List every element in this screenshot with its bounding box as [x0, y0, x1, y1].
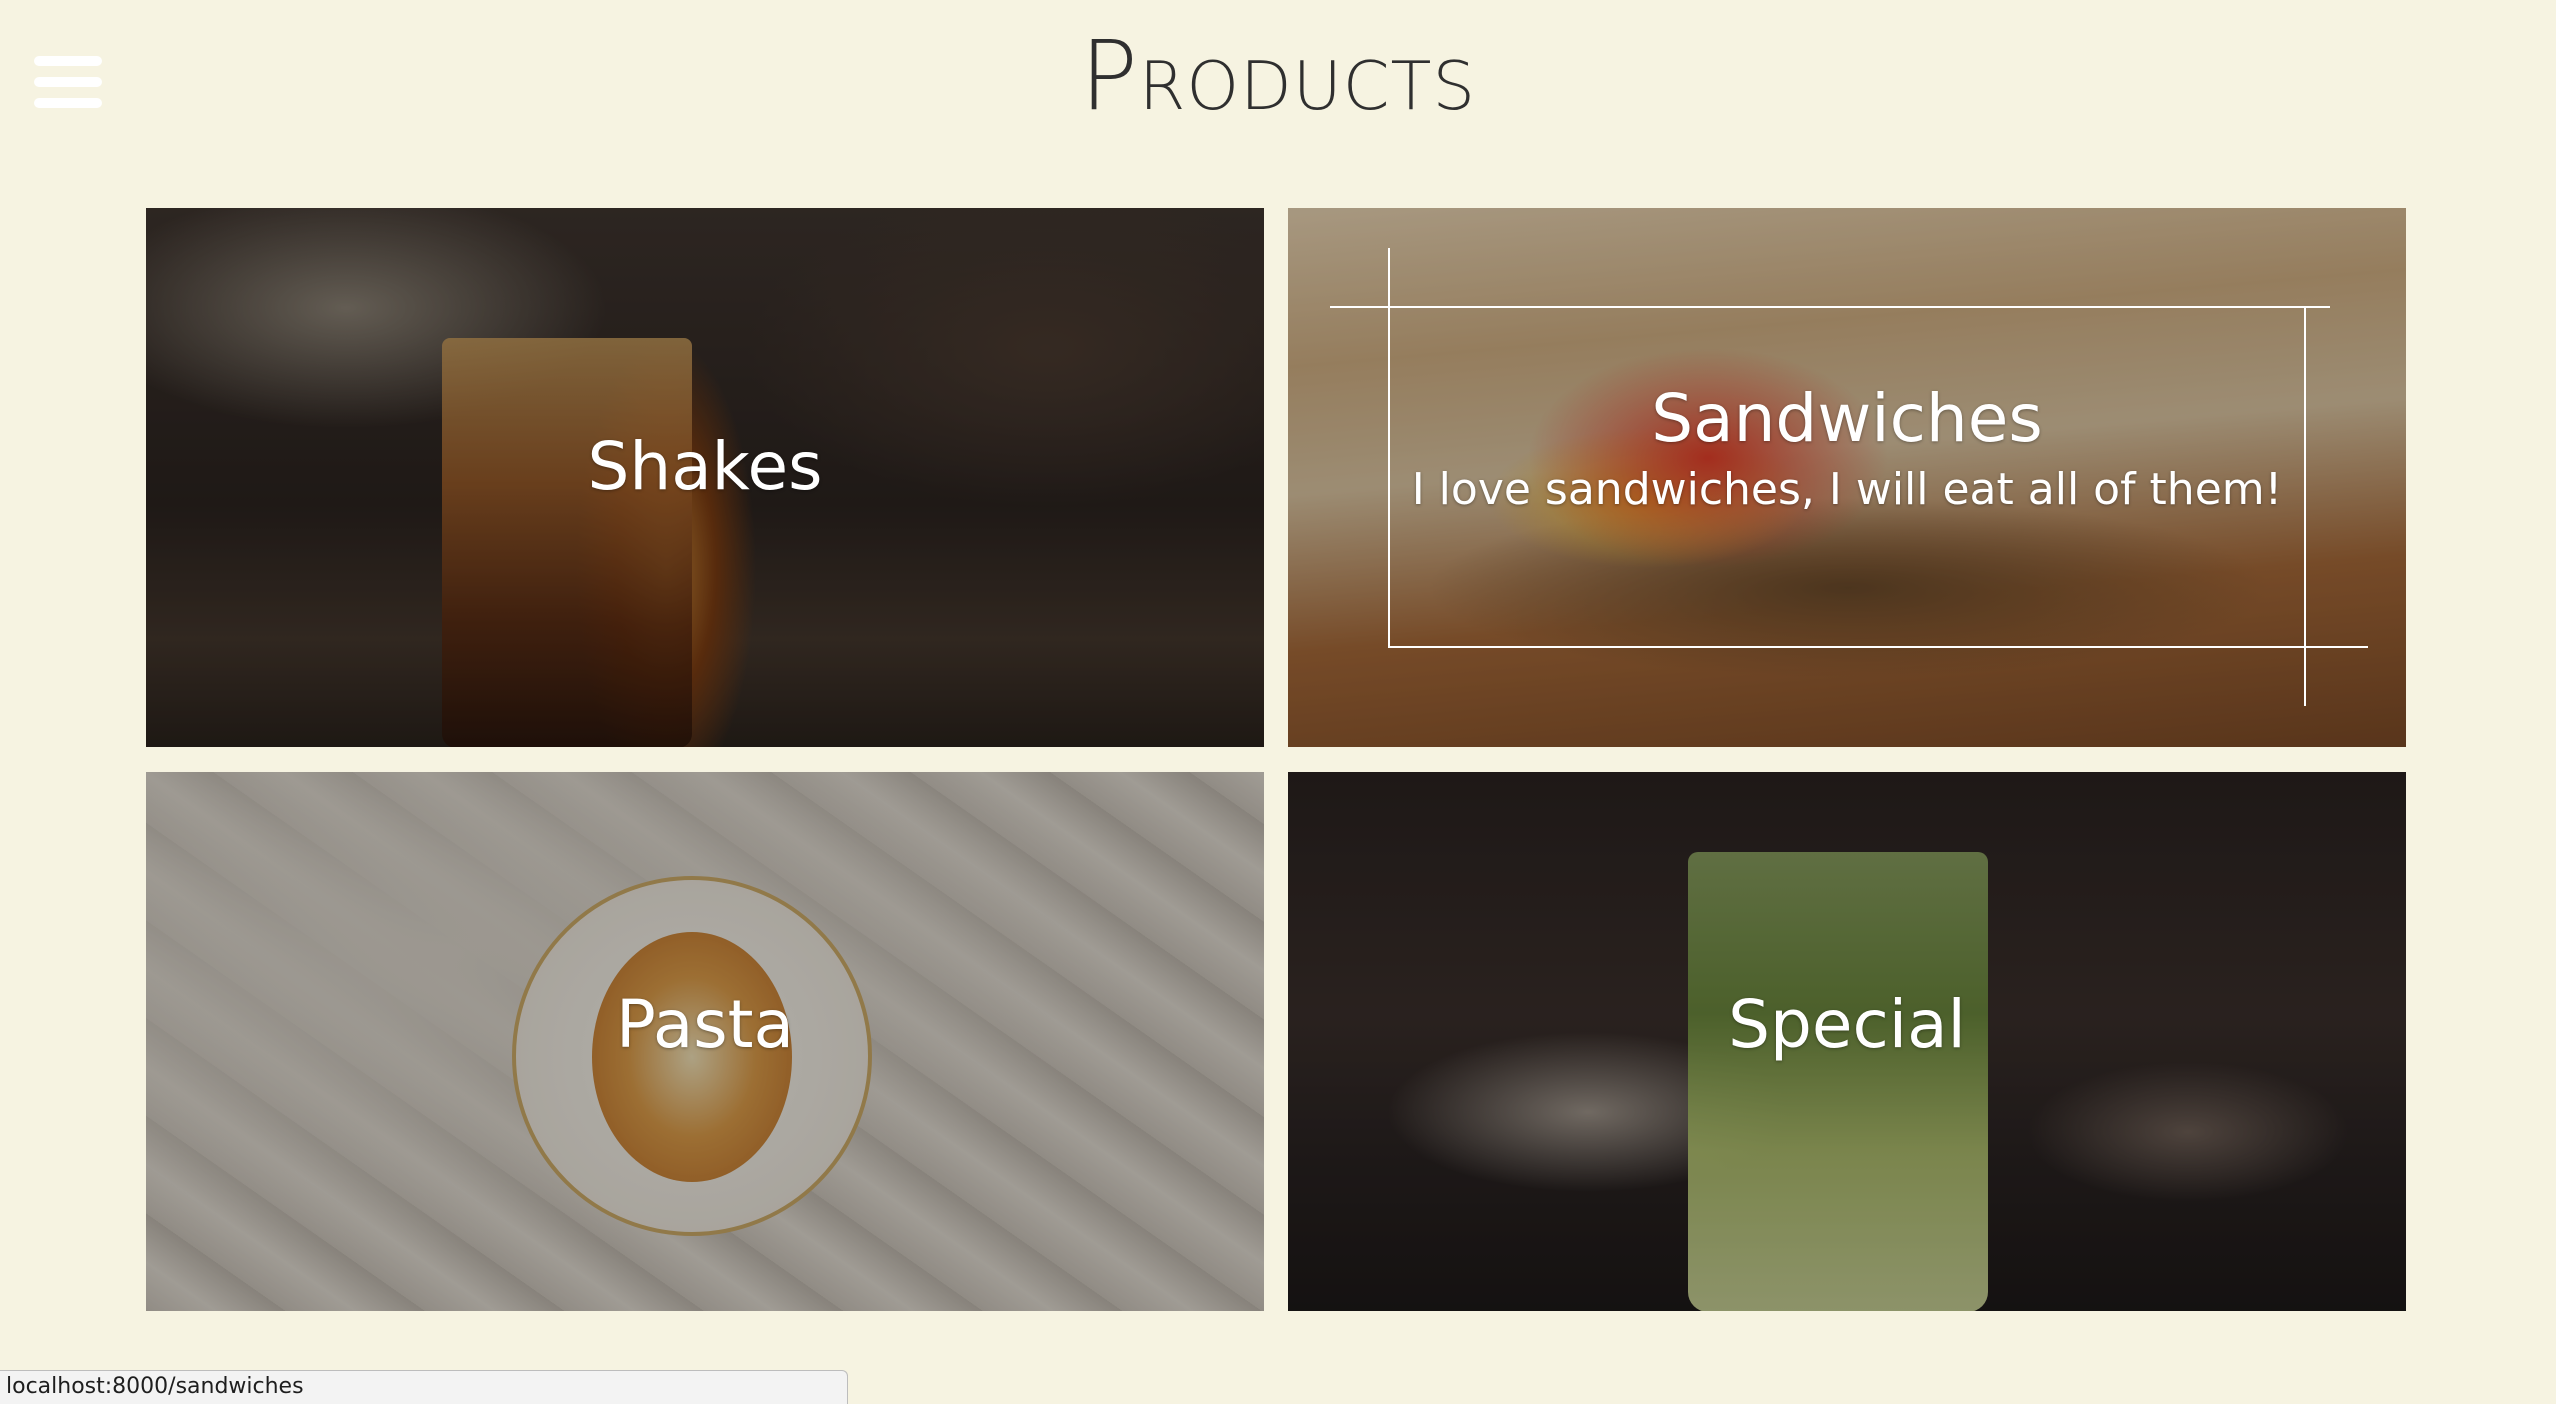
- product-tile-special[interactable]: Special: [1288, 772, 2406, 1311]
- tile-label-sandwiches: Sandwiches: [1651, 380, 2043, 457]
- page-title: Products: [1079, 20, 1477, 132]
- tile-label-shakes: Shakes: [587, 428, 823, 505]
- product-tile-sandwiches[interactable]: Sandwiches I love sandwiches, I will eat…: [1288, 208, 2406, 747]
- tile-label-pasta: Pasta: [616, 986, 794, 1063]
- product-tile-shakes[interactable]: Shakes: [146, 208, 1264, 747]
- hover-frame-bottom-line: [1388, 646, 2368, 648]
- hover-frame-top-line: [1330, 306, 2330, 308]
- product-tile-pasta[interactable]: Pasta: [146, 772, 1264, 1311]
- link-status-bar: localhost:8000/sandwiches: [0, 1370, 848, 1404]
- tile-subtitle-sandwiches: I love sandwiches, I will eat all of the…: [1411, 464, 2283, 515]
- tile-label-special: Special: [1728, 986, 1966, 1063]
